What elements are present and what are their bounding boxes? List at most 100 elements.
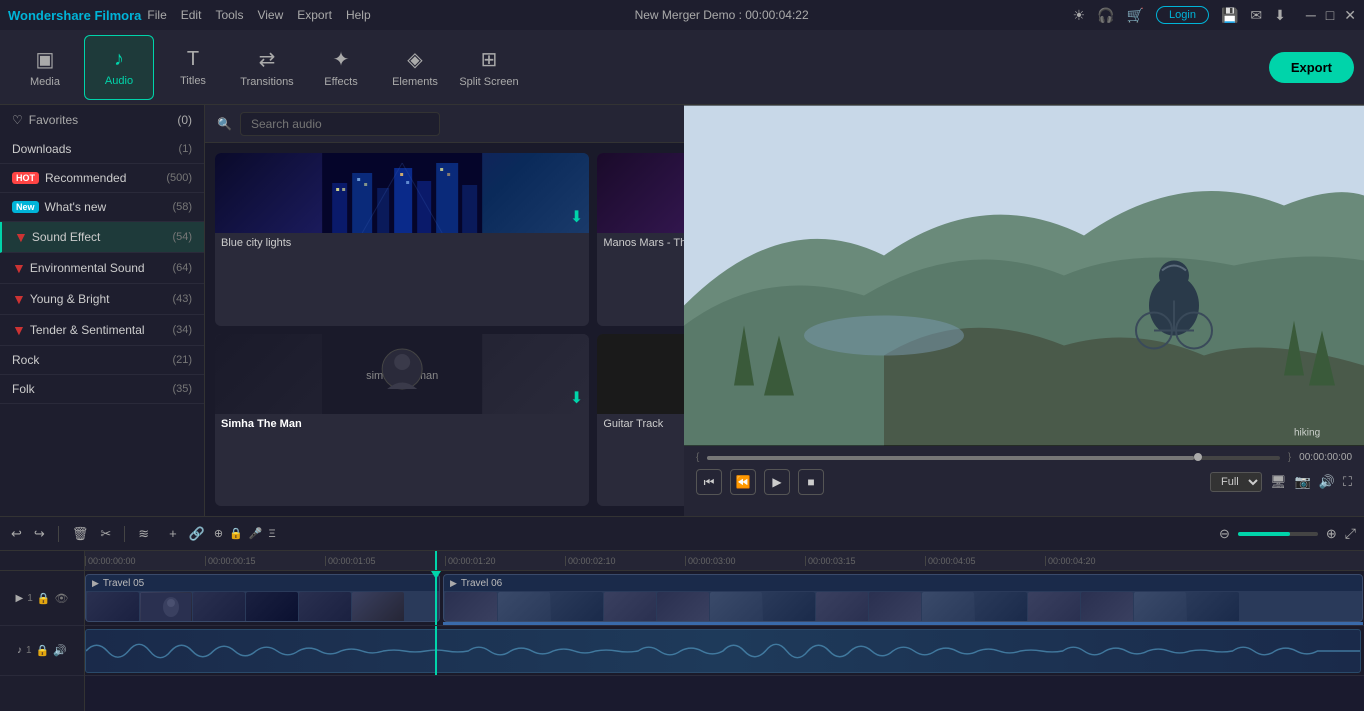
tool-titles-label: Titles	[180, 75, 206, 87]
seek-bar[interactable]	[707, 456, 1279, 460]
tool-transitions[interactable]: ⇄ Transitions	[232, 35, 302, 100]
zoom-area: ⊖ ⊕ ⤢	[1219, 525, 1356, 542]
undo-button[interactable]: ↩	[8, 523, 25, 545]
track-lock-icon[interactable]: 🔒	[37, 592, 51, 605]
clip-travel06-label: Travel 06	[461, 578, 502, 589]
fullscreen-icon[interactable]: ⛶	[1343, 474, 1352, 490]
tool-media[interactable]: ▣ Media	[10, 35, 80, 100]
video-track-label: ▶ 1 🔒 👁	[0, 571, 84, 626]
step-back-button[interactable]: ⏪	[730, 469, 756, 495]
clip-travel06[interactable]: ▶ Travel 06	[443, 574, 1363, 622]
menu-export[interactable]: Export	[297, 8, 332, 22]
stop-button[interactable]: ■	[798, 469, 824, 495]
skip-back-button[interactable]: ⏮	[696, 469, 722, 495]
tool-elements-label: Elements	[392, 76, 438, 88]
menu-file[interactable]: File	[147, 8, 166, 22]
monitor-icon[interactable]: 🖥	[1270, 474, 1287, 490]
snap-icon[interactable]: ⊕	[214, 527, 223, 540]
text-icon[interactable]: Ξ	[269, 528, 276, 540]
track-eye-icon[interactable]: 👁	[55, 592, 69, 605]
headphone-icon[interactable]: 🎧	[1097, 7, 1114, 24]
add-track-button[interactable]: +	[166, 523, 180, 544]
sidebar-item-downloads[interactable]: Downloads (1)	[0, 135, 204, 164]
menu-edit[interactable]: Edit	[181, 8, 202, 22]
window-controls: ─ □ ✕	[1306, 7, 1356, 24]
whats-new-label: New What's new	[12, 200, 106, 214]
menu-view[interactable]: View	[257, 8, 283, 22]
sound-effect-label: Sound Effect	[32, 230, 101, 244]
cart-icon[interactable]: 🛒	[1127, 7, 1144, 24]
video-preview: hiking	[684, 105, 1364, 446]
audio-lock-icon[interactable]: 🔒	[36, 644, 50, 657]
screenshot-icon[interactable]: 📷	[1295, 474, 1311, 490]
menu-help[interactable]: Help	[346, 8, 371, 22]
login-button[interactable]: Login	[1156, 6, 1209, 24]
bracket-right: }	[1288, 452, 1291, 463]
zoom-in-button[interactable]: ⊕	[1326, 526, 1337, 542]
audio-wave-clip[interactable]	[85, 629, 1361, 673]
downloads-label: Downloads	[12, 142, 71, 156]
clip-travel05-frames	[86, 591, 439, 622]
sidebar-item-tender[interactable]: ▼ Tender & Sentimental (34)	[0, 315, 204, 346]
download-icon-simha[interactable]: ⬇	[570, 388, 583, 408]
video-track-icon: ▶	[16, 593, 24, 604]
delete-button[interactable]: 🗑	[69, 523, 92, 545]
sidebar-item-young-bright[interactable]: ▼ Young & Bright (43)	[0, 284, 204, 315]
clip-travel05[interactable]: ▶ Travel 05	[85, 574, 440, 622]
close-button[interactable]: ✕	[1344, 7, 1356, 24]
link-button[interactable]: 🔗	[186, 523, 208, 545]
frame	[922, 592, 974, 622]
clip-selection-indicator	[443, 622, 1363, 625]
maximize-button[interactable]: □	[1326, 7, 1334, 24]
seek-thumb[interactable]	[1194, 453, 1202, 461]
track-labels: ▶ 1 🔒 👁 ♪ 1 🔒 🔊	[0, 551, 85, 711]
audio-title-simha: Simha The Man	[215, 414, 589, 434]
audio-card-blue-city[interactable]: ⬇ Blue city lights	[215, 153, 589, 326]
audio-wave-button[interactable]: ≋	[135, 523, 152, 545]
tool-elements[interactable]: ◈ Elements	[380, 35, 450, 100]
quality-select[interactable]: Full 1/2 1/4	[1210, 472, 1262, 492]
split-icon: ⊞	[481, 47, 498, 72]
menu-bar: File Edit Tools View Export Help	[147, 8, 370, 22]
sidebar-item-favorites[interactable]: ♡ Favorites (0)	[0, 105, 204, 135]
rock-label: Rock	[12, 353, 39, 367]
frame	[710, 592, 762, 622]
export-button[interactable]: Export	[1269, 52, 1354, 83]
search-input[interactable]	[240, 112, 440, 136]
audio-mute-icon[interactable]: 🔊	[53, 644, 67, 657]
expand-timeline-button[interactable]: ⤢	[1345, 525, 1356, 542]
recommended-count: (500)	[166, 172, 192, 184]
zoom-slider[interactable]	[1238, 532, 1318, 536]
sidebar-item-rock[interactable]: Rock (21)	[0, 346, 204, 375]
timeline-area: ↩ ↪ 🗑 ✂ ≋ + 🔗 ⊕ 🔒 🎤 Ξ ⊖ ⊕ ⤢	[0, 516, 1364, 711]
frame	[1134, 592, 1186, 622]
playback-row: ⏮ ⏪ ▶ ■ Full 1/2 1/4 🖥 📷 🔊 ⛶	[696, 469, 1352, 495]
environmental-count: (64)	[172, 262, 192, 274]
mail-icon[interactable]: ✉	[1250, 7, 1262, 24]
sidebar-item-folk[interactable]: Folk (35)	[0, 375, 204, 404]
frame	[1028, 592, 1080, 622]
sun-icon[interactable]: ☀	[1073, 7, 1086, 24]
sidebar-item-environmental[interactable]: ▼ Environmental Sound (64)	[0, 253, 204, 284]
tool-audio[interactable]: ♪ Audio	[84, 35, 154, 100]
audio-card-simha[interactable]: simha the man ⬇ Simha The Man	[215, 334, 589, 507]
zoom-out-button[interactable]: ⊖	[1219, 526, 1230, 542]
tool-effects[interactable]: ✦ Effects	[306, 35, 376, 100]
lock-icon[interactable]: 🔒	[229, 527, 243, 540]
minimize-button[interactable]: ─	[1306, 7, 1316, 24]
play-button[interactable]: ▶	[764, 469, 790, 495]
download-icon[interactable]: ⬇	[1274, 7, 1286, 24]
mic-icon[interactable]: 🎤	[249, 527, 263, 540]
tool-titles[interactable]: T Titles	[158, 35, 228, 100]
cloud-icon[interactable]: 💾	[1221, 7, 1238, 24]
sidebar-item-recommended[interactable]: HOT Recommended (500)	[0, 164, 204, 193]
sidebar-item-whats-new[interactable]: New What's new (58)	[0, 193, 204, 222]
tool-split-screen[interactable]: ⊞ Split Screen	[454, 35, 524, 100]
cut-button[interactable]: ✂	[97, 523, 114, 545]
download-icon-blue-city[interactable]: ⬇	[570, 207, 583, 227]
redo-button[interactable]: ↪	[31, 523, 48, 545]
playhead-video	[435, 571, 437, 625]
volume-icon[interactable]: 🔊	[1319, 474, 1335, 490]
menu-tools[interactable]: Tools	[215, 8, 243, 22]
sidebar-item-sound-effect[interactable]: ▼ Sound Effect (54)	[0, 222, 204, 253]
